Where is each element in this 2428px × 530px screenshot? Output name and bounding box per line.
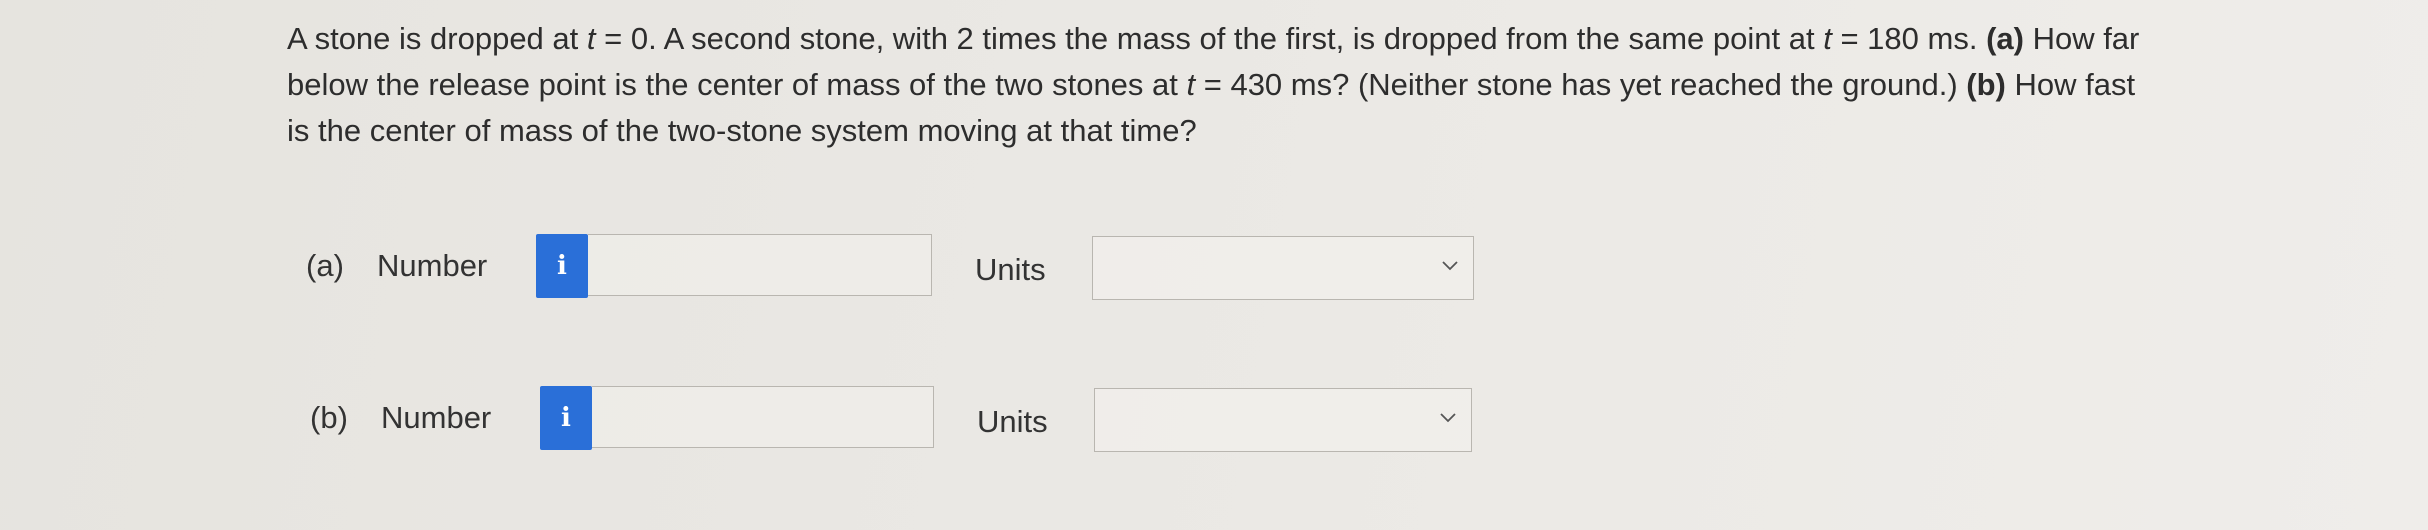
question-text-run: = 0. A second stone, with 2 times the ma… <box>595 21 1824 56</box>
question-line-2: below the release point is the center of… <box>287 62 2287 108</box>
chevron-down-icon <box>1440 413 1456 423</box>
question-text-run: (a) <box>1986 21 2024 56</box>
question-text-run: below the release point is the center of… <box>287 67 1187 102</box>
question-text-run: A stone is dropped at <box>287 21 587 56</box>
question-text-run: How fast <box>2005 67 2136 102</box>
part-label-a: (a) <box>306 248 344 283</box>
units-label-b: Units <box>977 404 1048 439</box>
question-text-run: t <box>1186 67 1196 102</box>
number-input-a[interactable] <box>588 234 932 296</box>
units-select-a[interactable] <box>1092 236 1474 300</box>
question-line-1: A stone is dropped at t = 0. A second st… <box>287 16 2287 62</box>
units-select-b[interactable] <box>1094 388 1472 452</box>
part-label-b: (b) <box>310 400 348 435</box>
answer-row-b: (b) Number i Units <box>0 384 2428 454</box>
info-icon[interactable]: i <box>536 234 588 298</box>
question-text-run: t <box>1823 21 1832 56</box>
units-label-a: Units <box>975 252 1046 287</box>
number-label-a: Number <box>377 248 488 283</box>
question-line-3: is the center of mass of the two-stone s… <box>287 108 2287 154</box>
answer-row-a: (a) Number i Units <box>0 232 2428 302</box>
question-text-run: How far <box>2023 21 2140 56</box>
chevron-down-icon <box>1442 261 1458 271</box>
question-text-run: (b) <box>1966 67 2006 102</box>
number-label-b: Number <box>381 400 492 435</box>
question-text-run: = 180 ms. <box>1831 21 1987 56</box>
question-text-run: t <box>586 21 596 56</box>
info-icon[interactable]: i <box>540 386 592 450</box>
question-text-run: is the center of mass of the two-stone s… <box>287 113 1197 148</box>
number-input-b[interactable] <box>592 386 934 448</box>
question-text-run: = 430 ms? (Neither stone has yet reached… <box>1195 67 1967 102</box>
question-text: A stone is dropped at t = 0. A second st… <box>287 16 2287 154</box>
